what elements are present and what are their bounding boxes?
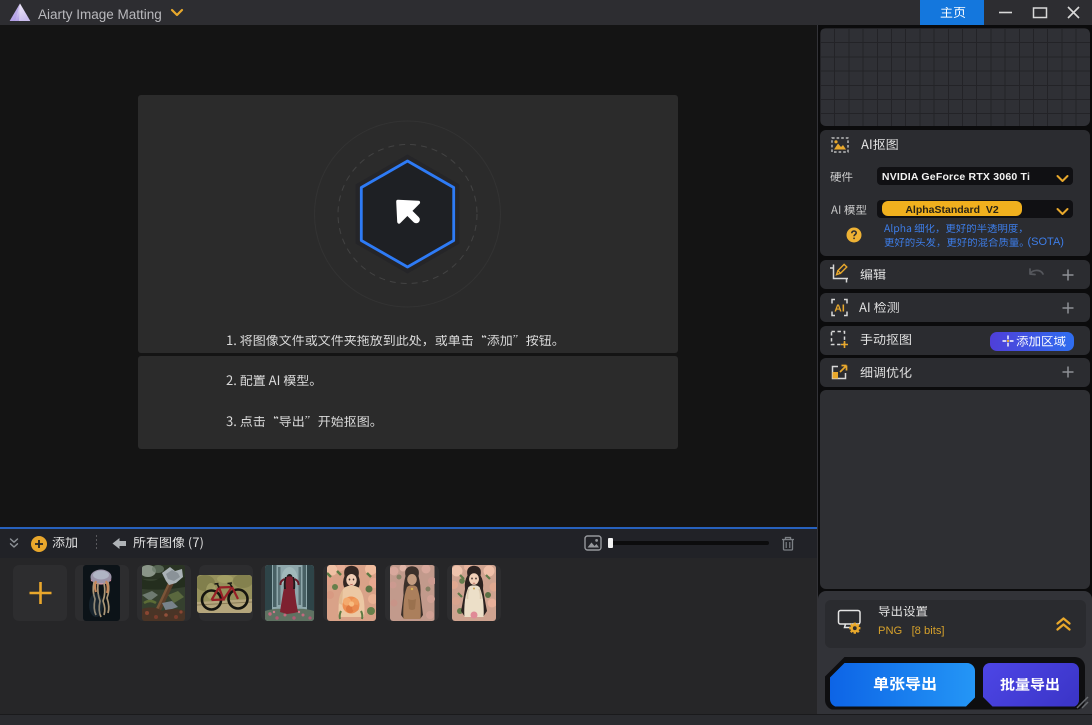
svg-text:AI: AI [834,303,845,315]
